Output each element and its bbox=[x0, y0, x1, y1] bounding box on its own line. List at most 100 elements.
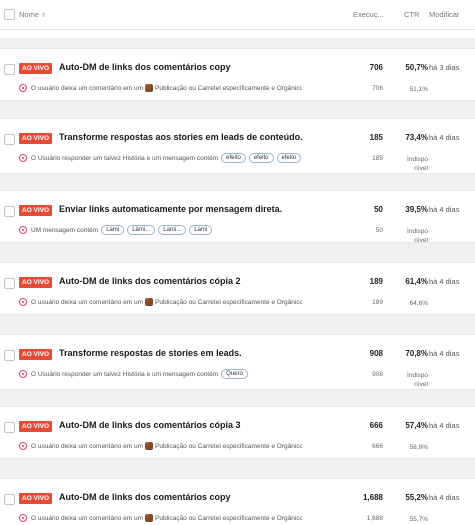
header-spacer bbox=[0, 30, 475, 38]
sub-executions-value: 189 bbox=[372, 299, 383, 306]
instagram-icon bbox=[19, 514, 27, 522]
automation-title[interactable]: Auto-DM de links dos comentários cópia 2 bbox=[59, 276, 241, 286]
post-thumbnail-icon bbox=[145, 298, 153, 306]
column-header-executions[interactable]: Execuç... bbox=[353, 10, 384, 19]
modified-value: há 4 dias bbox=[429, 349, 460, 358]
sub-executions-value: 1,688 bbox=[366, 515, 383, 522]
sub-executions-value: 706 bbox=[372, 85, 383, 92]
automation-title[interactable]: Auto-DM de links dos comentários copy bbox=[59, 492, 231, 502]
modified-value: há 4 dias bbox=[429, 205, 460, 214]
modified-value: há 4 dias bbox=[429, 421, 460, 430]
trigger-text: O usuário deixa um comentário em um bbox=[31, 442, 143, 450]
ctr-value: 57,4% bbox=[405, 421, 428, 430]
instagram-icon bbox=[19, 370, 27, 378]
automation-row[interactable]: AO VIVO Auto-DM de links dos comentários … bbox=[0, 48, 475, 101]
keyword-chip: Lami bbox=[101, 225, 125, 235]
column-header-ctr[interactable]: CTR bbox=[404, 10, 419, 19]
trigger-text: O Usuário responder um talvez História e… bbox=[31, 370, 219, 378]
trigger-description: O Usuário responder um talvez História e… bbox=[19, 368, 302, 380]
keyword-chip: Lâmi... bbox=[127, 225, 156, 235]
row-checkbox[interactable] bbox=[4, 278, 15, 289]
modified-value: há 4 dias bbox=[429, 493, 460, 502]
executions-value: 50 bbox=[374, 205, 383, 214]
trigger-text-post: Publicação ou Carretel especificamente e… bbox=[155, 514, 302, 522]
sub-ctr-value: 55,7% bbox=[409, 516, 428, 523]
sub-ctr-value: 64,6% bbox=[409, 300, 428, 307]
ctr-value: 73,4% bbox=[405, 133, 428, 142]
status-badge: AO VIVO bbox=[19, 63, 53, 74]
executions-value: 1,688 bbox=[362, 493, 383, 502]
trigger-text-post: Publicação ou Carretel especificamente e… bbox=[155, 84, 302, 92]
executions-value: 706 bbox=[369, 63, 383, 72]
status-badge: AO VIVO bbox=[19, 277, 53, 288]
automation-row[interactable]: AO VIVO Transforme respostas aos stories … bbox=[0, 118, 475, 174]
sub-ctr-value: Indisponível bbox=[407, 156, 428, 172]
sort-icon[interactable]: ⇕ bbox=[41, 13, 46, 19]
instagram-icon bbox=[19, 154, 27, 162]
keyword-chip: efeito bbox=[276, 153, 302, 163]
row-checkbox[interactable] bbox=[4, 422, 15, 433]
row-checkbox[interactable] bbox=[4, 64, 15, 75]
sub-executions-value: 908 bbox=[372, 371, 383, 378]
column-header-modified[interactable]: Modificar bbox=[429, 10, 459, 19]
instagram-icon bbox=[19, 84, 27, 92]
trigger-text: O Usuário responder um talvez História e… bbox=[31, 154, 219, 162]
post-thumbnail-icon bbox=[145, 442, 153, 450]
automation-row[interactable]: AO VIVO Enviar links automaticamente por … bbox=[0, 190, 475, 244]
ctr-value: 55,2% bbox=[405, 493, 428, 502]
column-header-name[interactable]: Nome ⇕ bbox=[19, 10, 46, 19]
automation-title[interactable]: Transforme respostas aos stories em lead… bbox=[59, 132, 303, 142]
ctr-value: 70,8% bbox=[405, 349, 428, 358]
ctr-value: 61,4% bbox=[405, 277, 428, 286]
status-badge: AO VIVO bbox=[19, 205, 53, 216]
keyword-chip: Quero bbox=[221, 369, 248, 379]
trigger-text: O usuário deixa um comentário em um bbox=[31, 298, 143, 306]
keyword-chip: efeito bbox=[248, 153, 274, 163]
modified-value: há 3 dias bbox=[429, 63, 460, 72]
automation-row[interactable]: AO VIVO Auto-DM de links dos comentários … bbox=[0, 262, 475, 315]
automation-title[interactable]: Transforme respostas de stories em leads… bbox=[59, 348, 242, 358]
row-checkbox[interactable] bbox=[4, 494, 15, 505]
status-badge: AO VIVO bbox=[19, 349, 53, 360]
post-thumbnail-icon bbox=[145, 84, 153, 92]
trigger-text: O usuário deixa um comentário em um bbox=[31, 84, 143, 92]
trigger-text: O usuário deixa um comentário em um bbox=[31, 514, 143, 522]
instagram-icon bbox=[19, 226, 27, 234]
automation-row[interactable]: AO VIVO Transforme respostas de stories e… bbox=[0, 334, 475, 390]
table-header: Nome ⇕ Execuç... CTR Modificar bbox=[0, 0, 475, 30]
automation-row[interactable]: AO VIVO Auto-DM de links dos comentários … bbox=[0, 478, 475, 525]
row-checkbox[interactable] bbox=[4, 350, 15, 361]
executions-value: 908 bbox=[369, 349, 383, 358]
executions-value: 185 bbox=[369, 133, 383, 142]
modified-value: há 4 dias bbox=[429, 133, 460, 142]
automation-title[interactable]: Auto-DM de links dos comentários cópia 3 bbox=[59, 420, 241, 430]
status-badge: AO VIVO bbox=[19, 133, 53, 144]
row-checkbox[interactable] bbox=[4, 134, 15, 145]
modified-value: há 4 dias bbox=[429, 277, 460, 286]
automation-title[interactable]: Auto-DM de links dos comentários copy bbox=[59, 62, 231, 72]
post-thumbnail-icon bbox=[145, 514, 153, 522]
trigger-text-post: Publicação ou Carretel especificamente e… bbox=[155, 298, 302, 306]
executions-value: 189 bbox=[369, 277, 383, 286]
trigger-description: O usuário deixa um comentário em um Publi… bbox=[19, 440, 302, 452]
trigger-description: O Usuário responder um talvez História e… bbox=[19, 152, 302, 164]
trigger-text: UM mensagem contém bbox=[31, 226, 99, 234]
status-badge: AO VIVO bbox=[19, 421, 53, 432]
trigger-description: O usuário deixa um comentário em um Publi… bbox=[19, 512, 302, 524]
executions-value: 666 bbox=[369, 421, 383, 430]
trigger-description: O usuário deixa um comentário em um Publi… bbox=[19, 296, 302, 308]
trigger-text-post: Publicação ou Carretel especificamente e… bbox=[155, 442, 302, 450]
row-checkbox[interactable] bbox=[4, 206, 15, 217]
automation-row[interactable]: AO VIVO Auto-DM de links dos comentários … bbox=[0, 406, 475, 459]
automation-title[interactable]: Enviar links automaticamente por mensage… bbox=[59, 204, 282, 214]
sub-ctr-value: 58,9% bbox=[409, 444, 428, 451]
keyword-chip: Lami... bbox=[158, 225, 187, 235]
sub-ctr-value: Indisponível bbox=[407, 372, 428, 388]
sub-executions-value: 185 bbox=[372, 155, 383, 162]
keyword-chip: efeito bbox=[221, 153, 246, 163]
sub-ctr-value: Indisponível bbox=[407, 228, 428, 244]
trigger-description: O usuário deixa um comentário em um Publi… bbox=[19, 82, 302, 94]
select-all-checkbox[interactable] bbox=[4, 9, 15, 20]
ctr-value: 39,5% bbox=[405, 205, 428, 214]
sub-executions-value: 50 bbox=[375, 227, 383, 234]
